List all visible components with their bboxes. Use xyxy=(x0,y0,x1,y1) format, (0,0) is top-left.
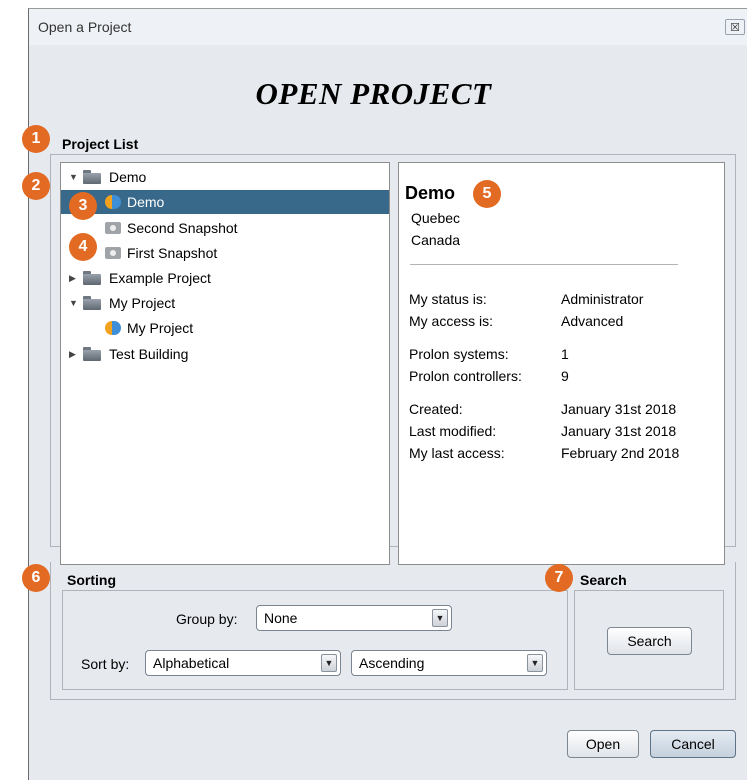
project-country: Canada xyxy=(411,232,461,248)
systems-label: Prolon systems: xyxy=(409,346,509,362)
tree-item-my-project-folder[interactable]: ▼ My Project xyxy=(61,291,389,315)
controllers-label: Prolon controllers: xyxy=(409,368,522,384)
last-access-label: My last access: xyxy=(409,445,505,461)
folder-icon xyxy=(83,271,101,285)
callout-badge: 7 xyxy=(545,564,573,592)
tree-item-second-snapshot[interactable]: Second Snapshot xyxy=(61,216,389,240)
folder-icon xyxy=(83,347,101,361)
callout-badge: 6 xyxy=(22,564,50,592)
tree-item-label: Example Project xyxy=(109,270,211,286)
open-button[interactable]: Open xyxy=(567,730,639,758)
created-label: Created: xyxy=(409,401,463,417)
tree-item-demo-project[interactable]: Demo xyxy=(61,190,389,214)
tree-item-label: Test Building xyxy=(109,346,189,362)
callout-badge: 4 xyxy=(69,233,97,261)
project-name: Demo xyxy=(405,183,456,203)
tree-item-label: Demo xyxy=(109,169,147,185)
tree-item-example-project[interactable]: ▶ Example Project xyxy=(61,266,389,290)
tree-item-label: My Project xyxy=(127,320,194,336)
collapsed-triangle-icon[interactable]: ▶ xyxy=(69,342,76,366)
tree-item-demo-folder[interactable]: ▼ Demo xyxy=(61,165,389,189)
collapsed-triangle-icon[interactable]: ▶ xyxy=(69,266,76,290)
access-value: Advanced xyxy=(561,313,624,329)
folder-icon xyxy=(83,170,101,184)
expanded-triangle-icon[interactable]: ▼ xyxy=(69,291,78,315)
created-value: January 31st 2018 xyxy=(561,401,677,417)
title-bar: Open a Project ☒ xyxy=(29,9,747,45)
project-region: Quebec xyxy=(411,210,461,226)
callout-badge: 2 xyxy=(22,172,50,200)
callout-badge: 3 xyxy=(69,192,97,220)
status-label: My status is: xyxy=(409,291,487,307)
tree-item-label: Second Snapshot xyxy=(127,220,238,236)
status-value: Administrator xyxy=(561,291,644,307)
controllers-value: 9 xyxy=(561,368,569,384)
last-modified-label: Last modified: xyxy=(409,423,497,439)
cancel-button[interactable]: Cancel xyxy=(650,730,736,758)
tree-item-my-project[interactable]: My Project xyxy=(61,316,389,340)
window-title: Open a Project xyxy=(38,19,132,35)
close-button[interactable]: ☒ xyxy=(725,19,745,35)
tree-item-label: My Project xyxy=(109,295,176,311)
tree-item-first-snapshot[interactable]: First Snapshot xyxy=(61,241,389,265)
project-tree[interactable]: ▼ Demo Demo Second Snapshot First Snapsh… xyxy=(60,162,390,565)
project-list-label: Project List xyxy=(62,136,139,152)
callout-badge: 1 xyxy=(22,125,50,153)
tree-item-test-building[interactable]: ▶ Test Building xyxy=(61,342,389,366)
expanded-triangle-icon[interactable]: ▼ xyxy=(69,165,78,189)
lower-frame xyxy=(50,562,736,700)
project-logo-icon xyxy=(105,320,121,336)
last-access-value: February 2nd 2018 xyxy=(561,445,680,461)
access-label: My access is: xyxy=(409,313,494,329)
camera-icon xyxy=(105,222,121,234)
project-logo-icon xyxy=(105,194,121,210)
last-modified-value: January 31st 2018 xyxy=(561,423,677,439)
dialog-heading: OPEN PROJECT xyxy=(255,76,492,111)
folder-icon xyxy=(83,296,101,310)
callout-badge: 5 xyxy=(473,180,501,208)
tree-item-label: First Snapshot xyxy=(127,245,218,261)
details-divider xyxy=(410,264,678,265)
systems-value: 1 xyxy=(561,346,569,362)
camera-icon xyxy=(105,247,121,259)
tree-item-label: Demo xyxy=(127,194,165,210)
